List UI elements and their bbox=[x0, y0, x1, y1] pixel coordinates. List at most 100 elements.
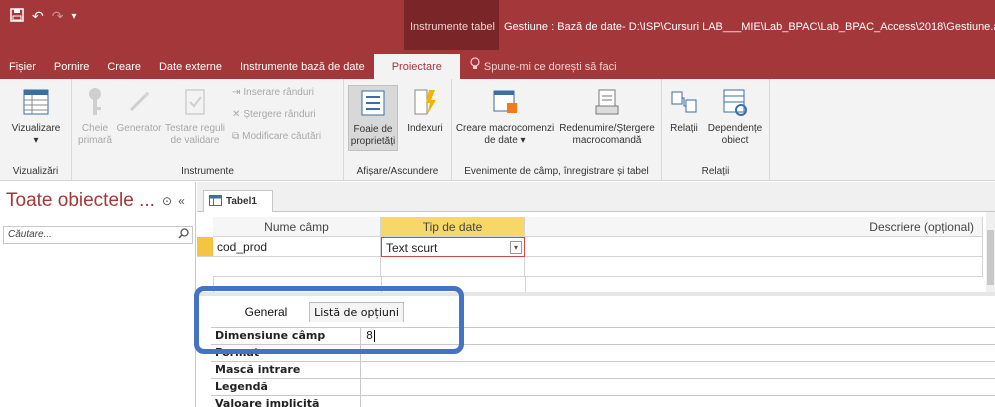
insert-rows-button[interactable]: ⇥ Inserare rânduri bbox=[232, 87, 314, 98]
property-row-field-size[interactable]: Dimensiune câmp 8 bbox=[211, 327, 995, 344]
relationships-button[interactable]: Relații bbox=[666, 87, 702, 135]
column-header-data-type: Tip de date bbox=[381, 217, 525, 237]
ribbon-tabs: Fișier Pornire Creare Date externe Instr… bbox=[0, 54, 995, 80]
rename-delete-macro-label: Redenumire/Ștergere bbox=[559, 123, 655, 134]
rename-delete-macro-button[interactable]: Redenumire/Ștergere macrocomandă bbox=[556, 87, 658, 147]
validation-icon bbox=[180, 87, 210, 117]
property-sheet-icon bbox=[358, 88, 388, 118]
navigation-pane: Toate obiectele ... ⊙ « Căutare... bbox=[0, 182, 196, 407]
object-dependencies-button[interactable]: Dependențe obiect bbox=[704, 87, 766, 147]
field-size-value: 8 bbox=[366, 329, 373, 342]
delete-rows-button[interactable]: ✕ Ștergere rânduri bbox=[232, 109, 316, 120]
grid-line bbox=[525, 277, 526, 292]
grid-line bbox=[381, 277, 382, 292]
modify-lookups-button[interactable]: ⧉ Modificare căutări bbox=[232, 131, 321, 142]
group-label-instrumente: Instrumente bbox=[181, 166, 234, 177]
nav-search-input[interactable]: Căutare... bbox=[3, 226, 193, 244]
tab-instrumente-baza-date[interactable]: Instrumente bază de date bbox=[231, 55, 374, 79]
save-icon[interactable] bbox=[10, 8, 24, 25]
undo-icon[interactable]: ↶ bbox=[32, 8, 44, 25]
group-label-afisare: Afișare/Ascundere bbox=[356, 166, 439, 177]
nav-pane-title[interactable]: Toate obiectele ... bbox=[6, 190, 155, 212]
tab-date-externe[interactable]: Date externe bbox=[150, 55, 231, 79]
view-button-label: Vizualizare bbox=[11, 123, 61, 134]
tab-general[interactable]: General bbox=[221, 302, 311, 322]
object-dependencies-label: Dependențe bbox=[707, 123, 763, 134]
data-type-value: Text scurt bbox=[386, 241, 438, 255]
text-caret bbox=[374, 330, 375, 342]
tell-me-text: Spune-mi ce dorești să faci bbox=[483, 61, 617, 73]
row-selector[interactable] bbox=[197, 237, 213, 257]
primary-key-button[interactable]: Cheie primară bbox=[76, 87, 114, 147]
test-validation-button[interactable]: Testare reguli de validare bbox=[164, 87, 226, 147]
create-data-macros-label: Creare macrocomenzi bbox=[455, 123, 555, 134]
create-data-macros-label-2: de date ▾ bbox=[484, 135, 526, 146]
lookup-icon: ⧉ bbox=[232, 131, 240, 142]
grid-line bbox=[213, 277, 214, 292]
group-label-evenimente: Evenimente de câmp, înregistrare și tabe… bbox=[464, 166, 649, 177]
customize-qat-icon[interactable]: ▾ bbox=[71, 8, 76, 25]
ribbon: Vizualizare ▾ Vizualizări Cheie primară … bbox=[0, 79, 995, 181]
tab-creare[interactable]: Creare bbox=[98, 55, 150, 79]
indexes-button[interactable]: Indexuri bbox=[402, 87, 448, 135]
field-name-cell-empty[interactable] bbox=[213, 257, 381, 277]
create-data-macros-button[interactable]: Creare macrocomenzi de date ▾ bbox=[454, 87, 556, 147]
property-column-divider bbox=[360, 327, 361, 407]
field-properties-pane: General Listă de opțiuni Dimensiune câmp… bbox=[197, 296, 995, 407]
group-relatii: Relații Dependențe obiect Relații bbox=[662, 79, 770, 181]
relationships-label: Relații bbox=[670, 123, 698, 134]
tab-pornire[interactable]: Pornire bbox=[45, 55, 98, 79]
test-validation-label: Testare reguli bbox=[164, 123, 226, 134]
scrollbar-thumb[interactable] bbox=[987, 230, 994, 285]
test-validation-label-2: de validare bbox=[170, 135, 220, 146]
property-sheet-button[interactable]: Foaie de proprietăți bbox=[348, 85, 398, 151]
wand-icon bbox=[124, 87, 154, 117]
insert-rows-label: Inserare rânduri bbox=[243, 87, 314, 98]
property-row-caption[interactable]: Legendă bbox=[211, 378, 995, 395]
description-cell[interactable] bbox=[525, 237, 983, 257]
redo-icon[interactable]: ↷ bbox=[52, 8, 64, 25]
object-dependencies-label-2: obiect bbox=[721, 135, 749, 146]
property-label: Legendă bbox=[215, 380, 268, 393]
nav-menu-chevron-icon[interactable]: ⊙ bbox=[162, 194, 172, 208]
property-row-default-value[interactable]: Valoare implicită bbox=[211, 395, 995, 407]
delete-rows-icon: ✕ bbox=[232, 109, 241, 120]
tab-lookup[interactable]: Listă de opțiuni bbox=[309, 302, 404, 322]
title-bar: ↶ ↷ ▾ Instrumente tabel Gestiune : Bază … bbox=[0, 0, 995, 50]
primary-key-label: Cheie bbox=[81, 123, 109, 134]
property-row-input-mask[interactable]: Mască intrare bbox=[211, 361, 995, 378]
property-value-field-size[interactable]: 8 bbox=[366, 328, 375, 344]
builder-label: Generator bbox=[116, 123, 162, 134]
window-title: Gestiune : Bază de date- D:\ISP\Cursuri … bbox=[504, 21, 995, 33]
property-sheet-label: Foaie de bbox=[353, 124, 393, 135]
document-tab-tabel1[interactable]: Tabel1 bbox=[203, 190, 273, 212]
indexes-label: Indexuri bbox=[407, 123, 443, 134]
search-icon[interactable] bbox=[178, 228, 189, 242]
table-icon bbox=[209, 194, 222, 209]
property-label: Dimensiune câmp bbox=[215, 329, 326, 342]
builder-button[interactable]: Generator bbox=[116, 87, 162, 135]
data-type-cell-empty[interactable] bbox=[381, 257, 525, 277]
property-row-format[interactable]: Format bbox=[211, 344, 995, 361]
view-button[interactable]: Vizualizare ▾ bbox=[6, 87, 66, 147]
group-evenimente: Creare macrocomenzi de date ▾ Redenumire… bbox=[452, 79, 662, 181]
tell-me-box[interactable]: Spune-mi ce dorești să faci bbox=[460, 55, 626, 79]
view-button-arrow: ▾ bbox=[33, 135, 39, 146]
property-label: Format bbox=[215, 346, 260, 359]
tab-fisier[interactable]: Fișier bbox=[0, 55, 45, 79]
tab-proiectare[interactable]: Proiectare bbox=[373, 54, 460, 80]
quick-access-toolbar: ↶ ↷ ▾ bbox=[10, 8, 77, 25]
collapse-pane-icon[interactable]: « bbox=[178, 194, 185, 208]
grid-vertical-scrollbar[interactable] bbox=[986, 212, 995, 292]
description-cell-empty[interactable] bbox=[525, 257, 983, 277]
primary-key-label-2: primară bbox=[78, 135, 112, 146]
field-name-cell[interactable]: cod_prod bbox=[213, 237, 381, 257]
data-type-cell[interactable]: Text scurt ▾ bbox=[381, 237, 525, 257]
chevron-down-icon[interactable]: ▾ bbox=[510, 241, 522, 254]
view-icon bbox=[21, 87, 51, 117]
column-header-field-name: Nume câmp bbox=[213, 217, 381, 237]
group-afisare: Foaie de proprietăți Indexuri Afișare/As… bbox=[344, 79, 452, 181]
document-tab-strip: Tabel1 bbox=[197, 182, 995, 212]
key-icon bbox=[80, 87, 110, 117]
rename-macro-icon bbox=[592, 87, 622, 117]
